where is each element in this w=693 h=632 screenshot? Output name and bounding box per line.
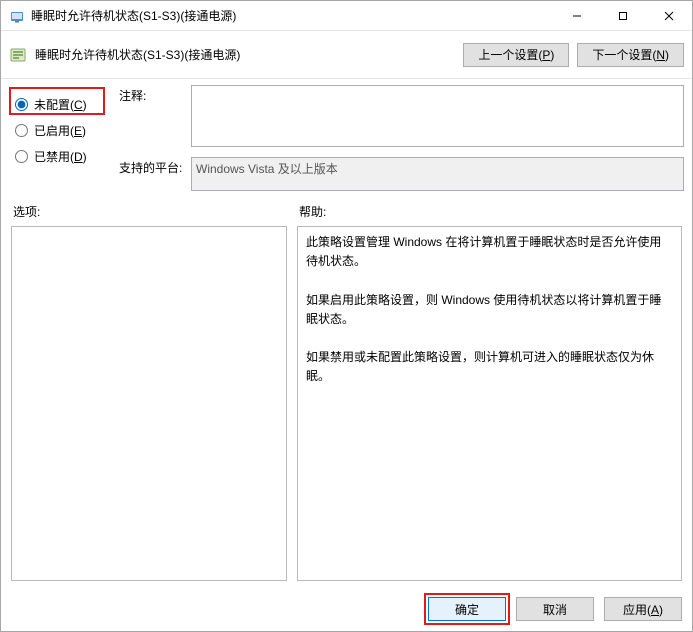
options-label: 选项: [13, 203, 299, 220]
radio-not-configured-label[interactable]: 未配置(C) [34, 96, 87, 113]
comment-label: 注释: [119, 85, 191, 147]
button-bar: 确定 取消 应用(A) [1, 587, 692, 631]
help-label: 帮助: [299, 203, 680, 220]
comment-textarea[interactable] [191, 85, 684, 147]
window-controls [554, 1, 692, 30]
supported-row: 支持的平台: [119, 157, 684, 191]
ok-button[interactable]: 确定 [428, 597, 506, 621]
radio-disabled-row: 已禁用(D) [9, 143, 119, 169]
cancel-button[interactable]: 取消 [516, 597, 594, 621]
radio-enabled-row: 已启用(E) [9, 117, 119, 143]
header-strip: 睡眠时允许待机状态(S1-S3)(接通电源) 上一个设置(P) 下一个设置(N) [1, 31, 692, 79]
dialog-window: 睡眠时允许待机状态(S1-S3)(接通电源) 睡眠时允许待机状态(S1-S3)(… [0, 0, 693, 632]
radio-disabled-label[interactable]: 已禁用(D) [34, 148, 87, 165]
ok-button-wrap: 确定 [428, 597, 506, 621]
minimize-button[interactable] [554, 1, 600, 30]
options-pane [11, 226, 287, 581]
radio-not-configured[interactable] [15, 98, 28, 111]
app-icon [9, 8, 25, 24]
radio-not-configured-row: 未配置(C) [9, 91, 119, 117]
state-radio-group: 未配置(C) 已启用(E) 已禁用(D) [9, 85, 119, 191]
comment-row: 注释: [119, 85, 684, 147]
close-button[interactable] [646, 1, 692, 30]
policy-title: 睡眠时允许待机状态(S1-S3)(接通电源) [35, 46, 455, 63]
radio-enabled-label[interactable]: 已启用(E) [34, 122, 86, 139]
radio-disabled[interactable] [15, 150, 28, 163]
next-setting-button[interactable]: 下一个设置(N) [577, 43, 684, 67]
lower-section: 此策略设置管理 Windows 在将计算机置于睡眠状态时是否允许使用待机状态。 … [1, 222, 692, 587]
fields-column: 注释: 支持的平台: [119, 85, 684, 191]
radio-enabled[interactable] [15, 124, 28, 137]
apply-button[interactable]: 应用(A) [604, 597, 682, 621]
policy-icon [9, 46, 27, 64]
maximize-button[interactable] [600, 1, 646, 30]
supported-textarea [191, 157, 684, 191]
upper-section: 未配置(C) 已启用(E) 已禁用(D) 注释: 支持的平台: [1, 79, 692, 195]
window-title: 睡眠时允许待机状态(S1-S3)(接通电源) [31, 7, 554, 24]
titlebar: 睡眠时允许待机状态(S1-S3)(接通电源) [1, 1, 692, 31]
help-pane: 此策略设置管理 Windows 在将计算机置于睡眠状态时是否允许使用待机状态。 … [297, 226, 682, 581]
mid-labels: 选项: 帮助: [1, 195, 692, 222]
supported-label: 支持的平台: [119, 157, 191, 191]
previous-setting-button[interactable]: 上一个设置(P) [463, 43, 569, 67]
